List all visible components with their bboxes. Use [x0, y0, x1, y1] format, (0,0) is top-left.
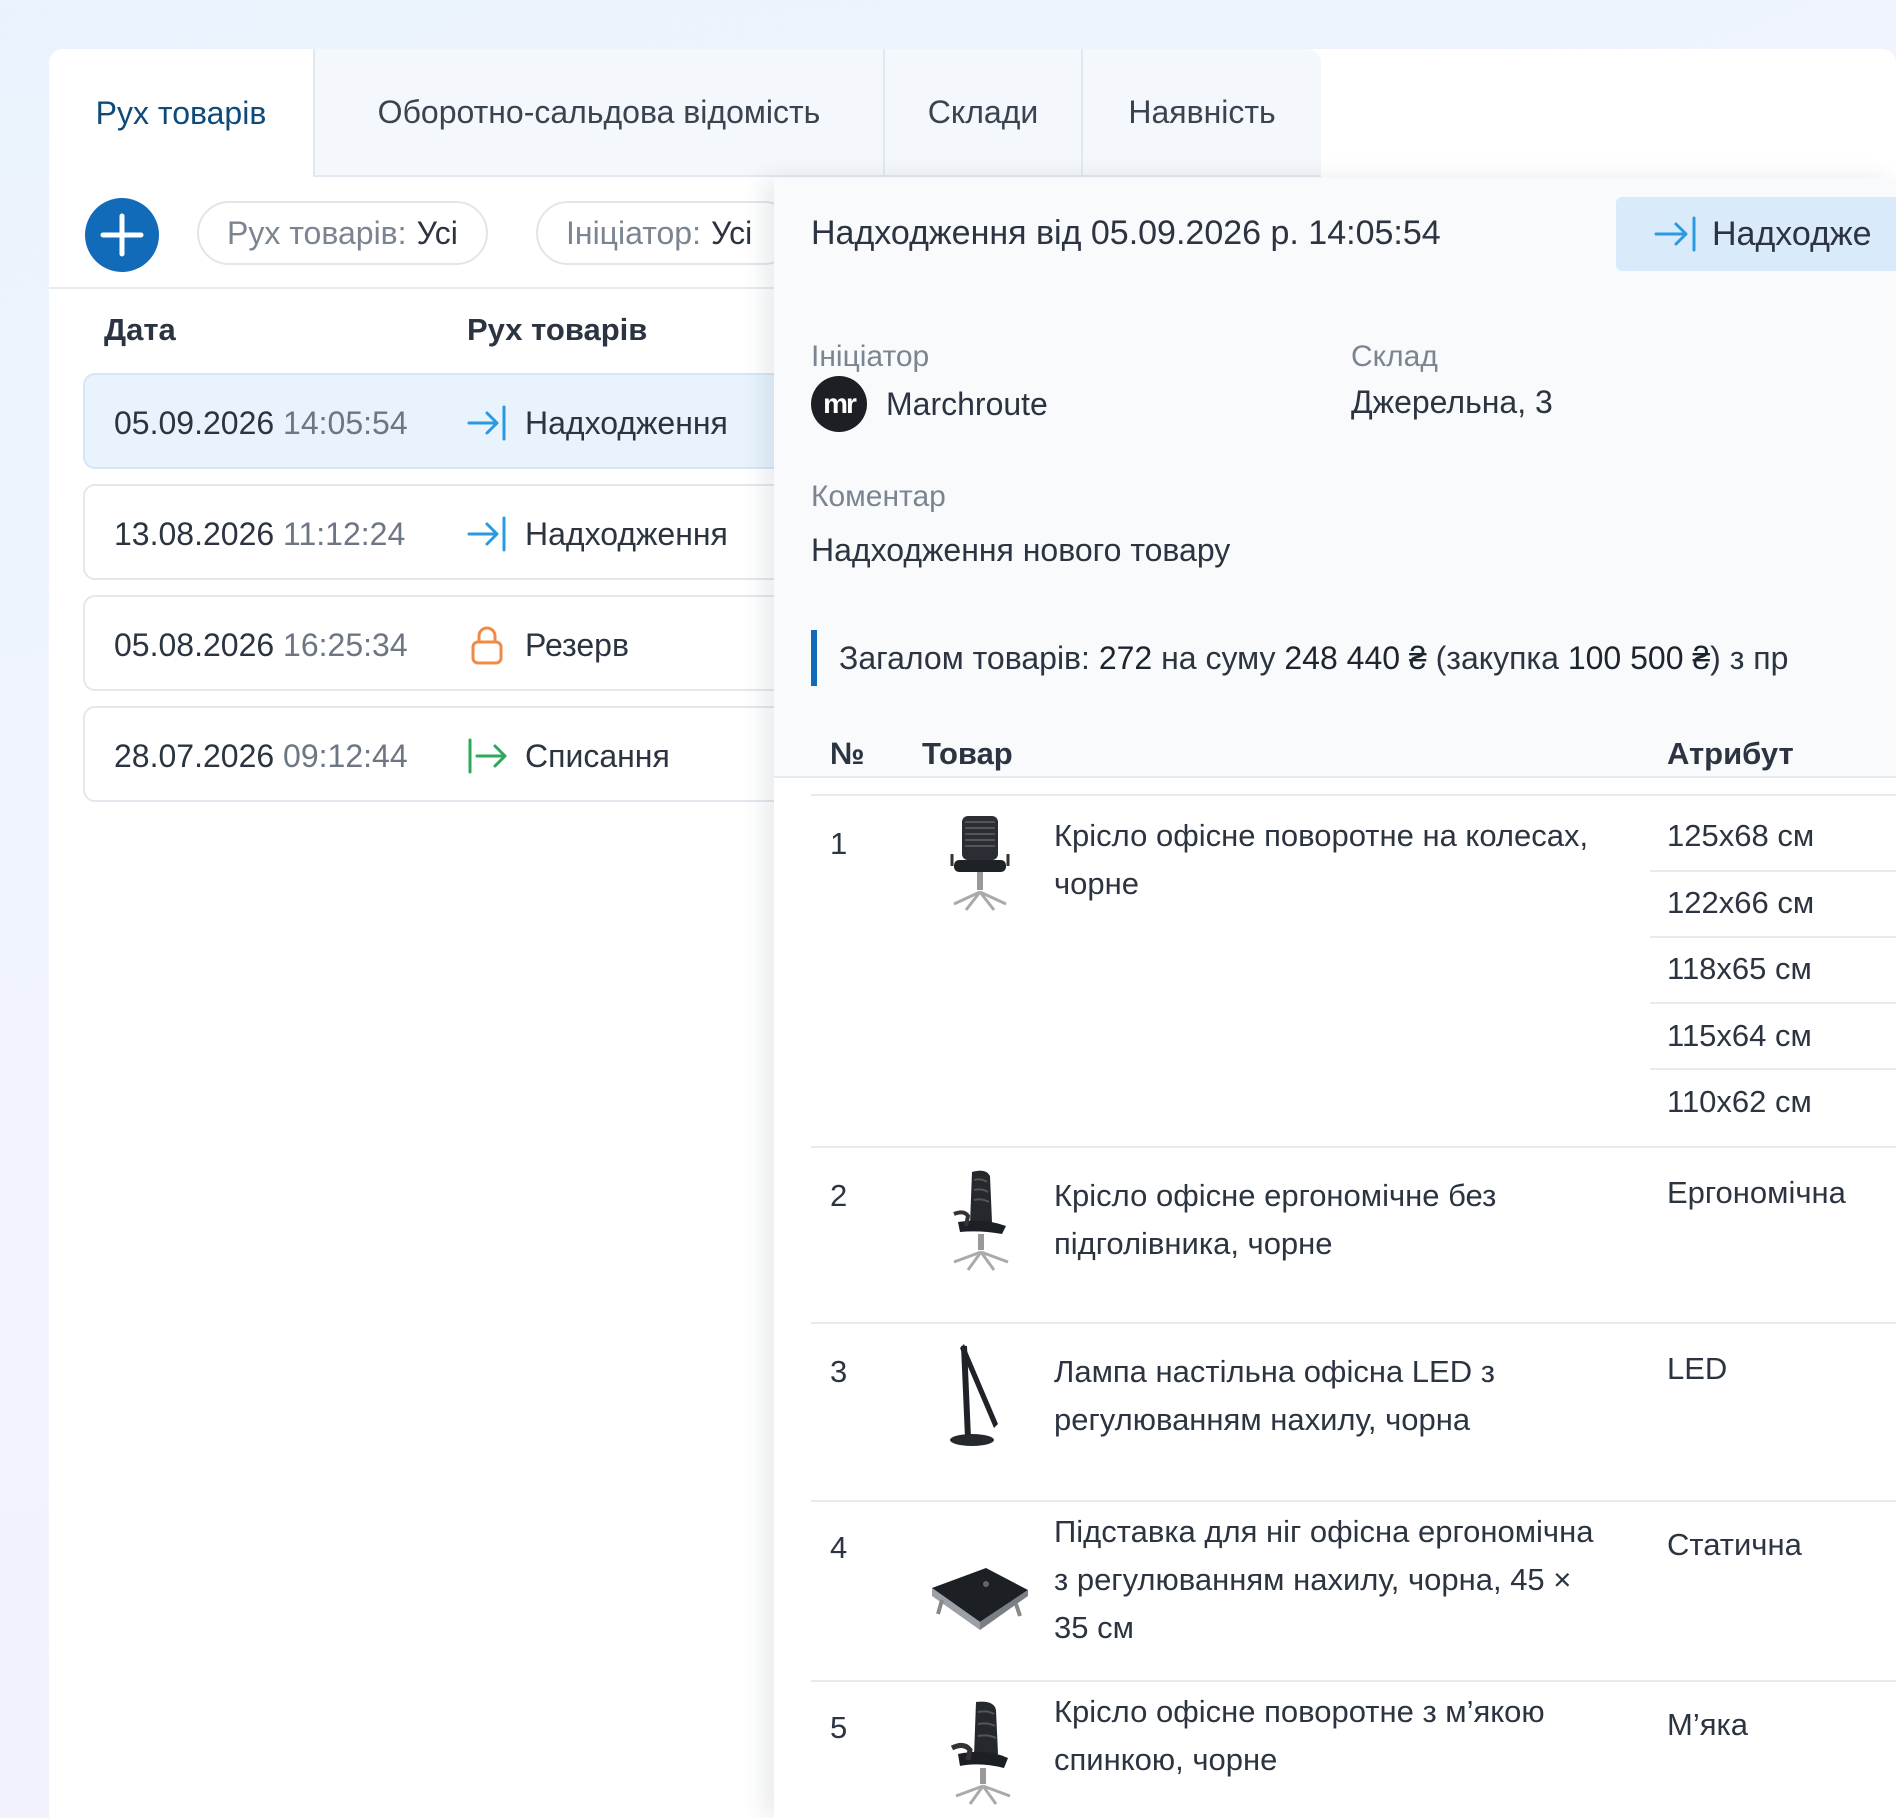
summary-purchase: 100 500 ₴: [1567, 639, 1711, 676]
footrest-icon: [932, 1568, 1028, 1630]
warehouse-label: Склад: [1351, 340, 1438, 373]
row-time: 11:12:24: [283, 516, 406, 552]
initiator-filter-value: Усі: [710, 214, 753, 251]
row-type: Надходження: [525, 516, 728, 552]
initiator-filter-label: Ініціатор:: [566, 214, 701, 251]
summary-mid: на суму: [1161, 639, 1276, 676]
tab-warehouses[interactable]: Склади: [883, 49, 1081, 177]
divider: [811, 1146, 1896, 1148]
product-attribute: 115x64 см: [1667, 1018, 1812, 1053]
arrow-in-icon: [467, 516, 506, 552]
column-num: №: [830, 736, 865, 771]
divider: [49, 287, 779, 289]
ergonomic-chair-icon: [953, 1170, 1009, 1271]
summary-sum: 248 440 ₴: [1284, 639, 1427, 676]
movement-filter-label: Рух товарів:: [227, 214, 407, 251]
executive-chair-icon: [950, 1701, 1011, 1805]
item-number: 1: [830, 826, 848, 861]
initiator-label: Ініціатор: [811, 340, 930, 373]
column-movement: Рух товарів: [467, 312, 648, 347]
item-number: 3: [830, 1354, 848, 1389]
product-name: Лампа настільна офісна LED з регулювання…: [1054, 1354, 1495, 1437]
column-date: Дата: [104, 312, 176, 347]
detail-info: Ініціатор Склад mr Marchroute Джерельна,…: [774, 288, 1896, 778]
row-type: Надходження: [525, 405, 728, 441]
product-attribute: М’яка: [1667, 1707, 1748, 1742]
column-attribute: Атрибут: [1667, 736, 1794, 771]
detail-header: Надходження від 05.09.2026 р. 14:05:54 Н…: [774, 178, 1896, 290]
product-attribute: 125x68 см: [1667, 818, 1815, 853]
summary: Загалом товарів: 272 на суму 248 440 ₴ (…: [811, 630, 1788, 686]
desk-lamp-icon: [950, 1344, 998, 1446]
divider: [1650, 936, 1896, 938]
summary-suffix: ) з пр: [1710, 639, 1789, 676]
product-name: Крісло офісне поворотне на колесах, чорн…: [1054, 818, 1589, 901]
tab-bar: Рух товарів Оборотно-сальдова відомість …: [49, 49, 1321, 177]
row-date: 05.09.2026: [114, 405, 275, 441]
tab-turnover[interactable]: Оборотно-сальдова відомість: [313, 49, 883, 177]
comment-text: Надходження нового товару: [811, 532, 1231, 568]
product-attribute: 110x62 см: [1667, 1084, 1812, 1119]
product-attribute: LED: [1667, 1351, 1728, 1386]
divider: [811, 1500, 1896, 1502]
row-type: Резерв: [525, 627, 629, 663]
divider: [1650, 1068, 1896, 1070]
product-attribute: Статична: [1667, 1527, 1802, 1562]
divider: [1650, 1002, 1896, 1004]
tab-movement[interactable]: Рух товарів: [49, 49, 313, 177]
summary-count: 272: [1098, 639, 1153, 676]
avatar: mr: [811, 376, 867, 432]
plus-icon: [100, 213, 144, 257]
list-item[interactable]: 05.09.2026 14:05:54 Надходження: [83, 373, 803, 469]
row-time: 09:12:44: [283, 738, 408, 774]
arrow-in-icon: [467, 405, 506, 441]
row-type: Списання: [525, 738, 670, 774]
comment-label: Коментар: [811, 480, 946, 513]
list-item[interactable]: 05.08.2026 16:25:34 Резерв: [83, 595, 803, 691]
initiator-name: Marchroute: [886, 386, 1048, 422]
item-number: 4: [830, 1530, 848, 1565]
item-number: 5: [830, 1710, 848, 1745]
column-product: Товар: [922, 736, 1013, 771]
product-attribute: 118x65 см: [1667, 951, 1812, 986]
office-chair-icon: [950, 816, 1010, 911]
product-attribute: 122x66 см: [1667, 885, 1815, 920]
detail-panel: Надходження від 05.09.2026 р. 14:05:54 Н…: [774, 178, 1896, 1818]
tab-availability[interactable]: Наявність: [1081, 49, 1321, 177]
product-name: Підставка для ніг офісна ергономічна з р…: [1054, 1514, 1594, 1645]
warehouse-name: Джерельна, 3: [1351, 384, 1553, 420]
movement-filter[interactable]: Рух товарів: Усі: [197, 201, 488, 265]
divider: [1650, 870, 1896, 872]
arrow-out-icon: [468, 738, 507, 774]
summary-prefix: Загалом товарів:: [839, 639, 1090, 676]
detail-title: Надходження від 05.09.2026 р. 14:05:54: [811, 214, 1441, 252]
row-date: 28.07.2026: [114, 738, 275, 774]
item-number: 2: [830, 1178, 848, 1213]
product-name: Крісло офісне поворотне з м’якою спинкою…: [1054, 1694, 1545, 1777]
row-time: 14:05:54: [283, 405, 408, 441]
lock-icon: [471, 626, 503, 665]
row-time: 16:25:34: [283, 627, 408, 663]
summary-purchase-prefix: (закупка: [1435, 639, 1559, 676]
product-attribute: Ергономічна: [1667, 1175, 1846, 1210]
type-button-label: Надходже: [1712, 214, 1872, 253]
initiator-filter[interactable]: Ініціатор: Усі: [536, 201, 796, 265]
list-item[interactable]: 13.08.2026 11:12:24 Надходження: [83, 484, 803, 580]
row-date: 13.08.2026: [114, 516, 275, 552]
movement-filter-value: Усі: [416, 214, 458, 251]
type-button[interactable]: Надходже: [1616, 197, 1896, 271]
product-name: Крісло офісне ергономічне без підголівни…: [1054, 1178, 1497, 1261]
add-button[interactable]: [85, 198, 159, 272]
divider: [811, 1680, 1896, 1682]
divider: [811, 1322, 1896, 1324]
row-date: 05.08.2026: [114, 627, 275, 663]
arrow-in-icon: [1654, 216, 1696, 252]
list-item[interactable]: 28.07.2026 09:12:44 Списання: [83, 706, 803, 802]
divider: [811, 794, 1896, 796]
